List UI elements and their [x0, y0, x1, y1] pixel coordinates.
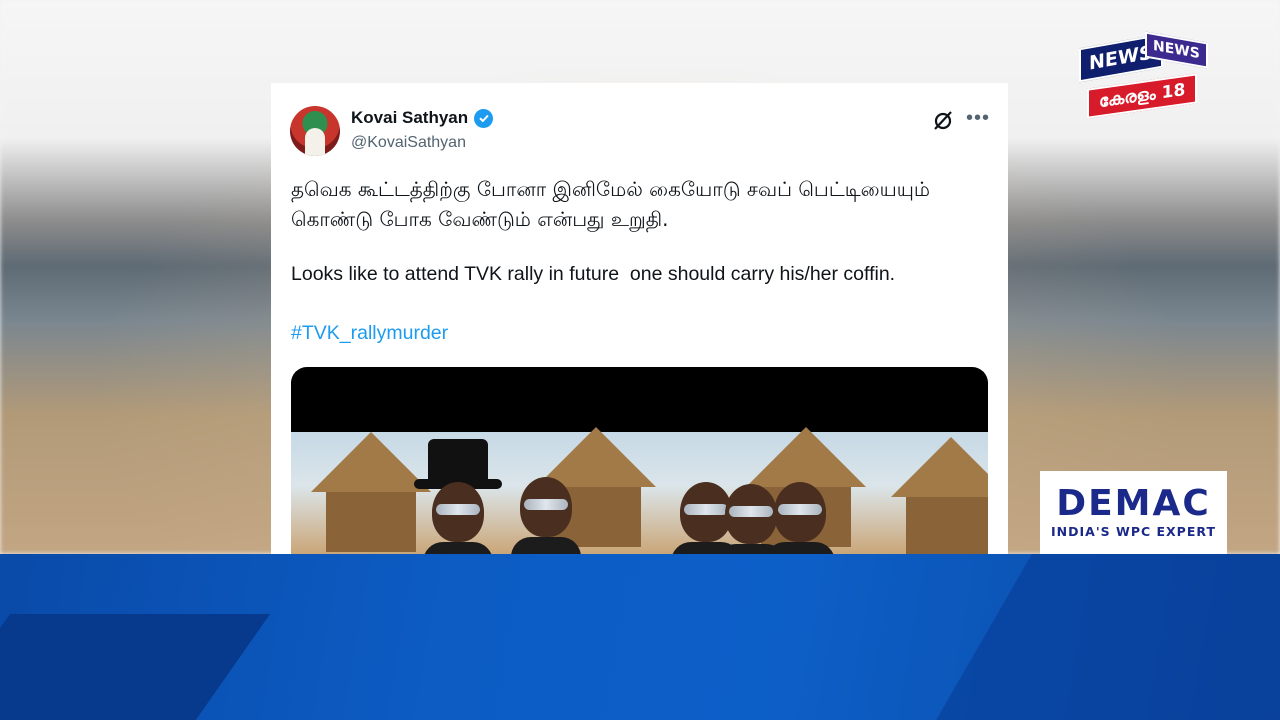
- tweet-hashtag[interactable]: #TVK_rallymurder: [291, 322, 448, 345]
- logo-kerala-text: കേരളം 18: [1087, 73, 1198, 119]
- person: [511, 477, 581, 554]
- verified-badge-icon: [474, 108, 494, 128]
- author-name[interactable]: Kovai Sathyan: [351, 108, 468, 128]
- tweet-text-tamil: தவெக கூட்டத்திற்கு போனா இனிமேல் கையோடு ச…: [291, 177, 930, 231]
- person: [423, 482, 493, 554]
- author-handle[interactable]: @KovaiSathyan: [351, 134, 466, 152]
- more-options-icon[interactable]: •••: [966, 107, 990, 130]
- author-avatar[interactable]: [290, 106, 340, 156]
- tweet-media[interactable]: [291, 367, 988, 554]
- news18-kerala-logo: NEWS NEWS കേരളം 18: [1079, 31, 1219, 123]
- demac-title: DEMAC: [1056, 483, 1211, 524]
- person: [765, 482, 835, 554]
- demac-subtitle: INDIA'S WPC EXPERT: [1051, 524, 1216, 539]
- lower-third-band: [0, 554, 1280, 720]
- hut: [891, 437, 988, 554]
- grok-icon[interactable]: [931, 108, 955, 132]
- tweet-card: Kovai Sathyan @KovaiSathyan ••• தவெக கூட…: [271, 83, 1008, 554]
- media-image: [291, 427, 988, 554]
- demac-sponsor-logo: DEMAC INDIA'S WPC EXPERT: [1040, 471, 1227, 554]
- hut: [311, 432, 431, 552]
- tweet-text-english: Looks like to attend TVK rally in future…: [291, 263, 896, 285]
- author-name-row[interactable]: Kovai Sathyan: [351, 108, 494, 128]
